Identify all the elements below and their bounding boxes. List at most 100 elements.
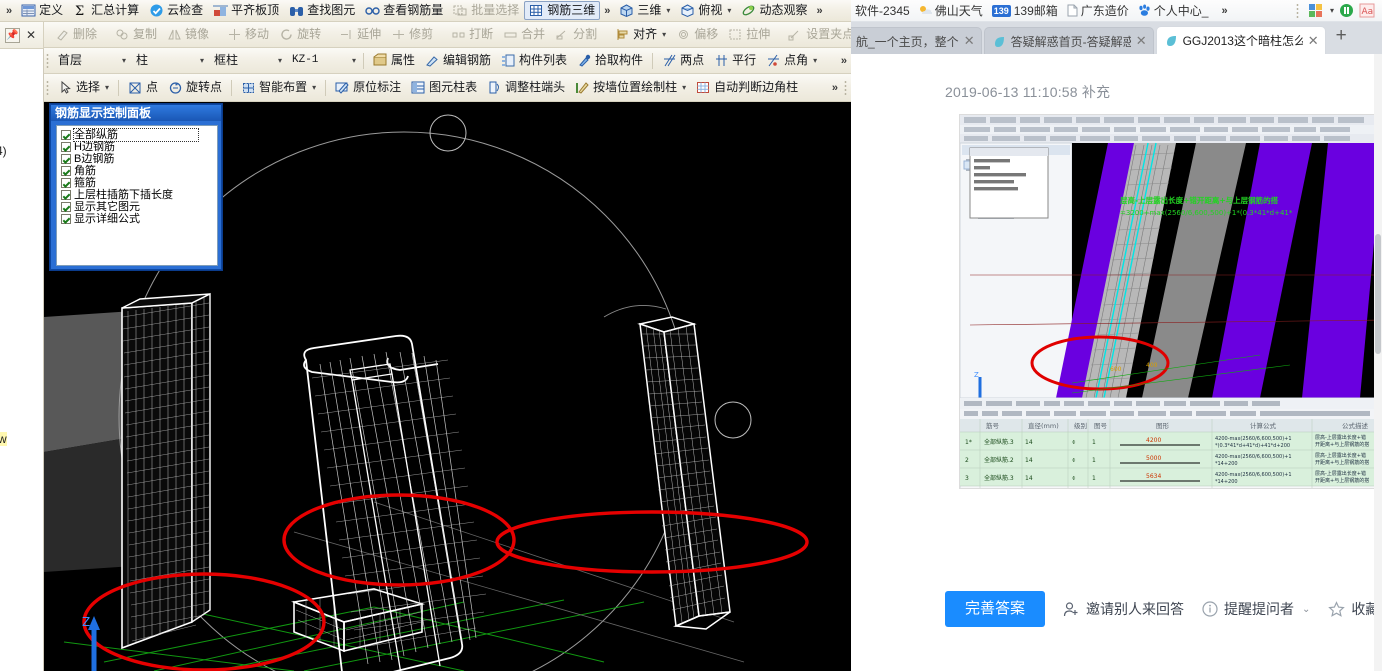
toolbar-grip[interactable] <box>1295 2 1299 19</box>
toolbar-overflow-selectors[interactable]: » <box>837 55 851 67</box>
checkbox-checked-icon[interactable] <box>61 142 71 152</box>
toolbar-overflow-draw[interactable]: » <box>828 82 842 94</box>
chevron-down-icon[interactable]: ▾ <box>666 6 670 15</box>
answer-screenshot[interactable]: 层高-上层露出长度+错开距离+与上层钢筋的搭 =3200+max(2560/6,… <box>959 114 1382 489</box>
toolbar-button-rotate-point[interactable]: 旋转点 <box>163 78 227 97</box>
chevron-down-icon[interactable]: ▾ <box>200 56 204 65</box>
cad-3d-viewport[interactable]: Z 钢筋显示控制面板 全部纵筋 H边钢筋 B边钢筋 角筋 箍筋 上层柱插筋下插长… <box>44 102 851 671</box>
close-icon[interactable]: ✕ <box>1308 34 1319 47</box>
toolbar-button-two-point[interactable]: 两点 <box>657 51 709 70</box>
toolbar-button-draw-column-by-wall[interactable]: 按墙位置绘制柱 ▾ <box>570 78 691 97</box>
rebar-option-b-side[interactable]: B边钢筋 <box>59 153 215 165</box>
toolbar-button-properties[interactable]: 属性 <box>368 51 420 70</box>
toolbar-button-align[interactable]: 对齐 ▾ <box>610 25 671 44</box>
toolbar-button-component-list[interactable]: 构件列表 <box>496 51 572 70</box>
toolbar-button-point-angle[interactable]: 点角 ▾ <box>761 51 822 70</box>
select-floor[interactable]: 首层 ▾ <box>53 51 129 70</box>
chevron-down-icon[interactable]: ▾ <box>727 6 731 15</box>
rebar-option-upper-insert-length[interactable]: 上层柱插筋下插长度 <box>59 189 215 201</box>
select-component-name[interactable]: KZ-1 ▾ <box>287 51 359 70</box>
checkbox-checked-icon[interactable] <box>61 166 71 176</box>
checkbox-checked-icon[interactable] <box>61 202 71 212</box>
bookmark-foshan-weather[interactable]: 佛山天气 <box>919 2 983 19</box>
checkbox-checked-icon[interactable] <box>61 130 71 140</box>
apps-grid-icon[interactable] <box>1308 3 1323 18</box>
toolbar-button-pick-component[interactable]: 拾取构件 <box>572 51 648 70</box>
chevron-down-icon[interactable]: ▾ <box>105 83 109 92</box>
close-icon[interactable]: ✕ <box>24 28 38 42</box>
toolbar-button-top-view[interactable]: 俯视 ▾ <box>675 1 736 20</box>
toolbar-button-split[interactable]: 分割 <box>550 25 602 44</box>
select-component-kind[interactable]: 框柱 ▾ <box>209 51 285 70</box>
chevron-down-icon[interactable]: ▾ <box>1330 6 1334 15</box>
close-icon[interactable]: ✕ <box>964 34 975 47</box>
toolbar-button-rebar-3d[interactable]: 钢筋三维 <box>524 1 601 20</box>
chevron-down-icon[interactable]: ▾ <box>312 83 316 92</box>
toolbar-button-adjust-column-end[interactable]: 调整柱端头 <box>482 78 570 97</box>
toolbar-overflow-left[interactable]: » <box>2 5 16 17</box>
checkbox-checked-icon[interactable] <box>61 214 71 224</box>
pin-icon[interactable]: 📌 <box>5 27 20 43</box>
toolbar-button-break[interactable]: 打断 <box>446 25 498 44</box>
toolbar-button-point[interactable]: 点 <box>123 78 163 97</box>
rebar-option-stirrup[interactable]: 箍筋 <box>59 177 215 189</box>
toolbar-button-offset[interactable]: 偏移 <box>671 25 723 44</box>
toolbar-button-move[interactable]: 移动 <box>222 25 274 44</box>
tab-navigation-homepage[interactable]: 航_一个主页，整个 ✕ <box>851 27 982 54</box>
select-component-type[interactable]: 柱 ▾ <box>131 51 207 70</box>
chevron-down-icon[interactable]: ▾ <box>682 83 686 92</box>
toolbar-button-set-grip[interactable]: 设置夹点 <box>783 25 851 44</box>
page-scrollbar[interactable] <box>1374 54 1382 671</box>
rebar-display-control-panel[interactable]: 钢筋显示控制面板 全部纵筋 H边钢筋 B边钢筋 角筋 箍筋 上层柱插筋下插长度 … <box>50 104 222 270</box>
rebar-option-corner[interactable]: 角筋 <box>59 165 215 177</box>
rebar-option-show-other-elements[interactable]: 显示其它图元 <box>59 201 215 213</box>
chevron-down-icon[interactable]: ⌄ <box>1302 604 1310 615</box>
toolbar-button-copy[interactable]: 复制 <box>110 25 162 44</box>
improve-answer-button[interactable]: 完善答案 <box>945 591 1046 627</box>
chevron-down-icon[interactable]: ▾ <box>813 56 817 65</box>
toolbar-button-trim[interactable]: 修剪 <box>386 25 438 44</box>
toolbar-button-in-place-annotation[interactable]: 原位标注 <box>330 78 406 97</box>
toolbar-overflow-right[interactable]: » <box>812 5 826 17</box>
toolbar-button-find-element[interactable]: 查找图元 <box>284 1 360 20</box>
toolbar-button-select-tool[interactable]: 选择 ▾ <box>53 78 114 97</box>
toolbar-button-element-column-table[interactable]: 图元柱表 <box>406 78 482 97</box>
toolbar-grip[interactable] <box>46 52 49 69</box>
new-tab-button[interactable]: + <box>1328 25 1355 51</box>
bookmark-personal-center[interactable]: 个人中心_ <box>1138 2 1208 19</box>
rebar-option-all-longitudinal[interactable]: 全部纵筋 <box>59 128 215 142</box>
toolbar-overflow-mid[interactable]: » <box>600 5 614 17</box>
toolbar-button-batch-select[interactable]: 批量选择 <box>448 1 524 20</box>
toolbar-button-delete[interactable]: 删除 <box>50 25 102 44</box>
toolbar-grip-end[interactable] <box>844 79 847 96</box>
toolbar-button-align-slab-top[interactable]: 平齐板顶 <box>208 1 284 20</box>
toolbar-button-view-rebar-qty[interactable]: 查看钢筋量 <box>360 1 448 20</box>
checkbox-checked-icon[interactable] <box>61 178 71 188</box>
scrollbar-thumb[interactable] <box>1375 234 1381 354</box>
checkbox-checked-icon[interactable] <box>61 190 71 200</box>
toolbar-button-rotate[interactable]: 旋转 <box>274 25 326 44</box>
toolbar-button-orbit[interactable]: 动态观察 <box>736 1 812 20</box>
toolbar-button-parallel[interactable]: 平行 <box>709 51 761 70</box>
toolbar-button-mirror[interactable]: 镜像 <box>162 25 214 44</box>
invite-others-button[interactable]: 邀请别人来回答 <box>1063 599 1184 619</box>
chevron-down-icon[interactable]: ▾ <box>278 56 282 65</box>
rebar-option-show-detailed-formula[interactable]: 显示详细公式 <box>59 213 215 225</box>
pause-circle-icon[interactable] <box>1339 3 1354 18</box>
toolbar-button-smart-layout[interactable]: 智能布置 ▾ <box>236 78 321 97</box>
chevron-down-icon[interactable]: ▾ <box>352 56 356 65</box>
bookmark-139-mail[interactable]: 139 139邮箱 <box>991 2 1058 19</box>
bookmarks-overflow[interactable]: » <box>1217 5 1231 17</box>
toolbar-button-edit-rebar[interactable]: 编辑钢筋 <box>420 51 496 70</box>
remind-asker-button[interactable]: 提醒提问者 ⌄ <box>1202 599 1310 619</box>
toolbar-button-cloud-check[interactable]: 云检查 <box>144 1 208 20</box>
toolbar-grip[interactable] <box>46 79 49 96</box>
bookmark-guangdong-cost[interactable]: 广东造价 <box>1067 2 1129 19</box>
toolbar-button-3d-view[interactable]: 三维 ▾ <box>614 1 675 20</box>
checkbox-checked-icon[interactable] <box>61 154 71 164</box>
toolbar-button-auto-corner-column[interactable]: 自动判断边角柱 <box>691 78 803 97</box>
toolbar-button-summary-calc[interactable]: Σ 汇总计算 <box>68 1 144 20</box>
toolbar-button-define[interactable]: 定义 <box>16 1 68 20</box>
chevron-down-icon[interactable]: ▾ <box>122 56 126 65</box>
toolbar-button-extend[interactable]: 延伸 <box>334 25 386 44</box>
